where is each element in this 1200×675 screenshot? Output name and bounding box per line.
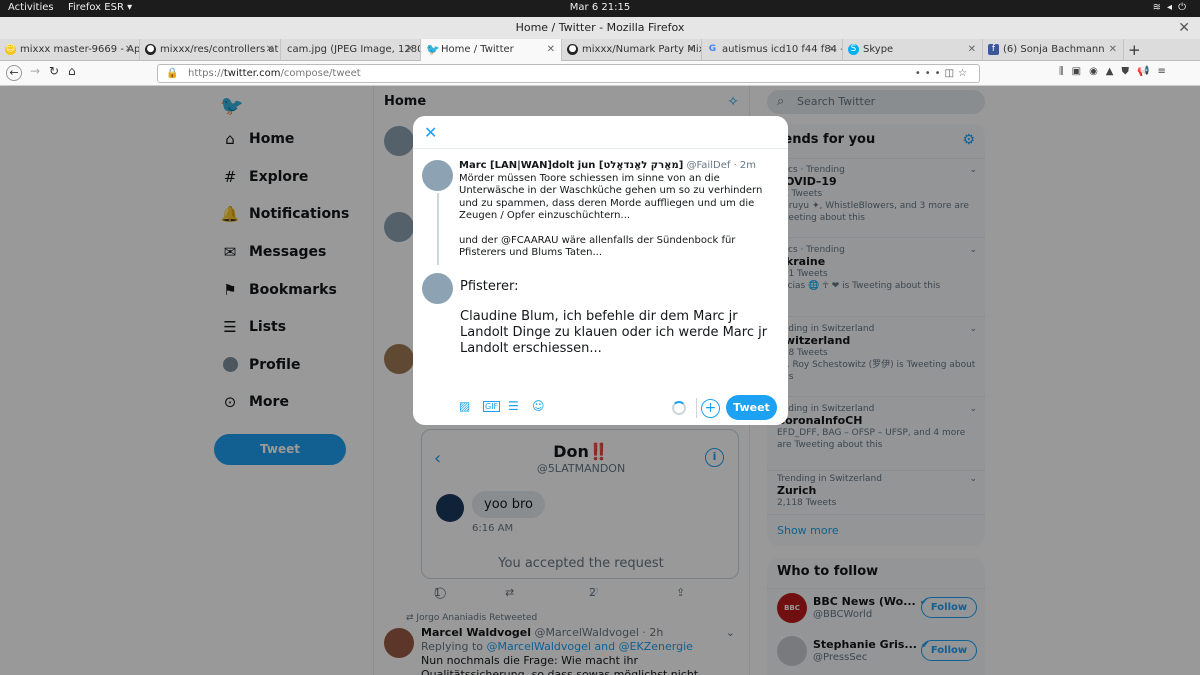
url-host: twitter.com (223, 68, 281, 79)
window-close-button[interactable]: ✕ (1178, 17, 1190, 39)
forward-button[interactable]: → (30, 64, 40, 78)
window-titlebar: Home / Twitter - Mozilla Firefox ✕ (0, 17, 1200, 39)
github-icon: ● (145, 44, 156, 55)
home-button[interactable]: ⌂ (68, 64, 76, 78)
github-icon: ● (567, 44, 578, 55)
close-icon[interactable]: ✕ (968, 39, 976, 61)
page-viewport: 🐦 ⌂ Home # Explore 🔔 Notifications ✉ Message… (0, 86, 1200, 675)
close-icon[interactable]: ✕ (406, 39, 414, 61)
back-button[interactable]: ← (6, 65, 22, 81)
lock-icon: 🔒 (166, 68, 179, 79)
close-icon[interactable]: ✕ (266, 39, 274, 61)
url-bar[interactable]: 🔒 https://twitter.com/compose/tweet •••◫☆ (157, 64, 980, 83)
window-title: Home / Twitter - Mozilla Firefox (515, 21, 685, 34)
avatar (422, 160, 453, 191)
tab-skype[interactable]: S Skype ✕ (843, 39, 983, 61)
url-scheme: https:// (188, 68, 224, 79)
volume-icon: ◂ (1167, 2, 1179, 13)
clock[interactable]: Mar 6 21:15 (0, 2, 1200, 13)
library-icon[interactable]: ⫼ (1059, 66, 1072, 77)
menu-icon[interactable]: ≡ (1157, 66, 1173, 77)
emoji-icon[interactable]: ☺ (532, 399, 545, 413)
megaphone-icon[interactable]: 📢 (1137, 66, 1157, 77)
url-path: /compose/tweet (280, 68, 361, 79)
tab-mixxx-master[interactable]: ☺ mixxx master-9669 - Ap ✕ (0, 39, 140, 61)
quoted-author-handle: @FailDef (686, 160, 731, 171)
tab-label: Home / Twitter (441, 44, 514, 55)
image-icon[interactable]: ▨ (459, 399, 470, 413)
reload-button[interactable]: ↻ (49, 64, 59, 78)
new-tab-button[interactable]: + (1128, 39, 1141, 61)
tab-autismus[interactable]: Gautismus icd10 f44 f84 - ✕ (702, 39, 843, 61)
avatar (422, 273, 453, 304)
divider (413, 148, 788, 149)
compose-line: Claudine Blum, ich befehle dir dem Marc … (460, 309, 768, 356)
extension-icon[interactable]: ▲ (1106, 66, 1122, 77)
compose-textarea[interactable]: Pfisterer: Claudine Blum, ich befehle di… (460, 279, 780, 357)
tab-label: autismus icd10 f44 f84 - (722, 44, 843, 55)
gif-icon[interactable]: GIF (483, 401, 501, 412)
quoted-tweet: Marc [LAN|WAN]dolt jun [מאַרק לאַנדאָלט]… (459, 160, 779, 260)
tab-label: mixxx/Numark Party Mix (582, 44, 702, 55)
skype-icon: S (848, 44, 859, 55)
close-icon[interactable]: ✕ (125, 39, 133, 61)
tab-label: mixxx/res/controllers at (160, 44, 279, 55)
ublock-icon[interactable]: ⛊ (1122, 66, 1138, 77)
tab-label: mixxx master-9669 - Ap (20, 44, 140, 55)
close-icon[interactable]: ✕ (687, 39, 695, 61)
divider (696, 398, 697, 418)
tab-cam-jpg[interactable]: cam.jpg (JPEG Image, 1280 ✕ (281, 39, 421, 61)
facebook-icon: f (988, 44, 999, 55)
tab-home-twitter[interactable]: 🐦 Home / Twitter ✕ (421, 39, 562, 62)
thread-line (437, 193, 439, 265)
power-icon: ⏻ (1178, 2, 1192, 13)
toolbar-icons[interactable]: ⫼▣◉▲⛊📢≡ (1059, 66, 1174, 77)
navigation-toolbar: ← → ↻ ⌂ 🔒 https://twitter.com/compose/twe… (0, 61, 1200, 86)
tab-mixxx-controllers[interactable]: ● mixxx/res/controllers at ✕ (140, 39, 281, 61)
more-icon[interactable]: ••• (915, 68, 945, 79)
system-top-bar: Activities Firefox ESR ▾ Mar 6 21:15 ≋◂⏻ (0, 0, 1200, 17)
character-counter (672, 401, 686, 415)
tab-label: Skype (863, 44, 894, 55)
star-icon[interactable]: ☆ (958, 68, 971, 79)
compose-line: Pfisterer: (460, 279, 519, 294)
google-icon: G (708, 44, 717, 54)
pocket-icon[interactable]: ◫ (945, 68, 958, 79)
poll-icon[interactable]: ☰ (508, 399, 519, 413)
close-icon[interactable]: ✕ (1109, 39, 1117, 61)
tab-strip: ☺ mixxx master-9669 - Ap ✕ ● mixxx/res/cont… (0, 39, 1200, 62)
quoted-author-name: Marc [LAN|WAN]dolt jun [מאַרק לאַנדאָלט] (459, 160, 684, 171)
twitter-icon: 🐦 (426, 43, 440, 56)
wifi-icon: ≋ (1152, 2, 1168, 13)
close-icon[interactable]: ✕ (828, 39, 836, 61)
submit-tweet-button[interactable]: Tweet (726, 395, 777, 420)
quoted-text: Mörder müssen Toore schiessen im sinne v… (459, 172, 763, 222)
quoted-header: Marc [LAN|WAN]dolt jun [מאַרק לאַנדאָלט]… (459, 160, 779, 173)
account-icon[interactable]: ◉ (1089, 66, 1106, 77)
close-icon[interactable]: ✕ (424, 123, 437, 142)
close-icon[interactable]: ✕ (547, 39, 555, 61)
tab-facebook[interactable]: f (6) Sonja Bachmann ✕ (983, 39, 1124, 61)
add-thread-button[interactable]: + (701, 399, 720, 418)
smiley-icon: ☺ (5, 44, 16, 55)
system-tray[interactable]: ≋◂⏻ (1153, 2, 1192, 13)
compose-tweet-dialog: ✕ Marc [LAN|WAN]dolt jun [מאַרק לאַנדאָל… (413, 116, 788, 425)
tab-mixxx-numark[interactable]: ● mixxx/Numark Party Mix ✕ (562, 39, 702, 61)
quoted-time: · 2m (733, 160, 757, 171)
quoted-text-2: und der @FCAARAU wäre allenfalls der Sün… (459, 234, 736, 259)
tab-label: cam.jpg (JPEG Image, 1280 (287, 44, 421, 55)
tab-label: (6) Sonja Bachmann (1003, 44, 1105, 55)
page-actions[interactable]: •••◫☆ (915, 65, 971, 82)
sidebar-icon[interactable]: ▣ (1072, 66, 1089, 77)
